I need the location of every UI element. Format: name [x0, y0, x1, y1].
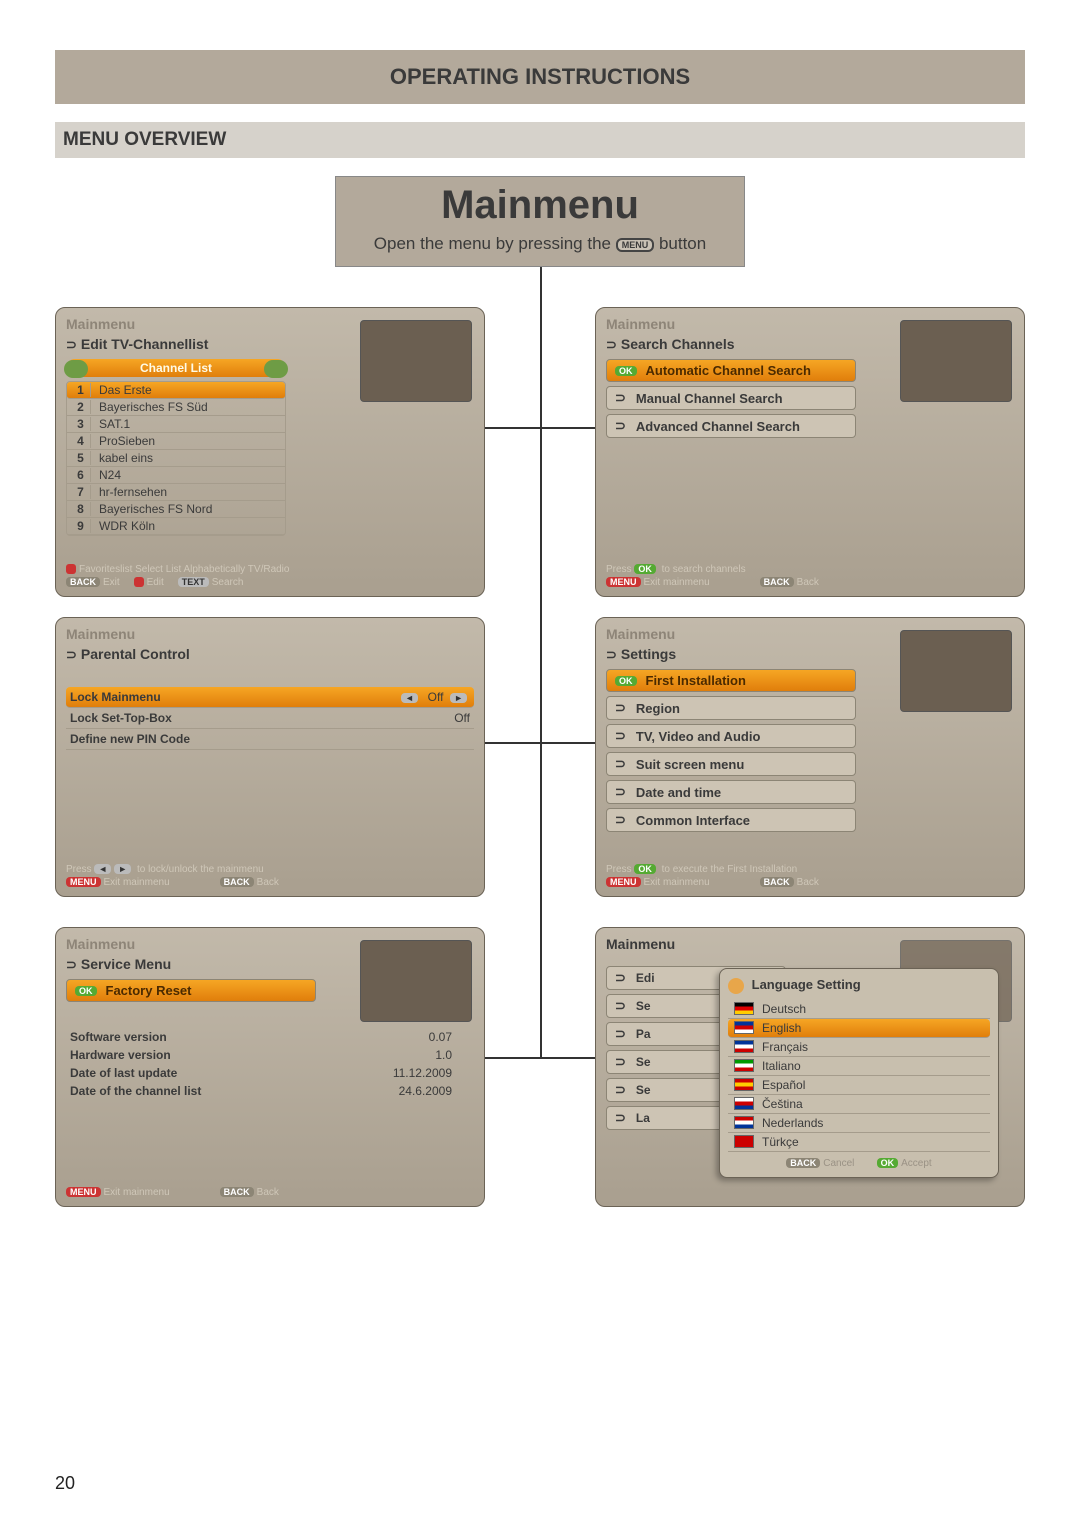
language-item[interactable]: Italiano [728, 1057, 990, 1076]
arrow-icon: ⊃ [615, 700, 626, 716]
language-item[interactable]: Čeština [728, 1095, 990, 1114]
cancel-label: Cancel [823, 1158, 854, 1169]
info-row: Software version0.07 [66, 1028, 456, 1046]
setting-row[interactable]: Lock Mainmenu◄ Off ► [66, 687, 474, 708]
ok-icon: OK [615, 366, 637, 376]
connector-branch [485, 1057, 595, 1059]
menu-item[interactable]: ⊃Advanced Channel Search [606, 414, 856, 438]
card-service-menu: Mainmenu ⊃Service Menu OKFactory Reset S… [55, 927, 485, 1207]
flag-icon [734, 1078, 754, 1091]
card-title: ⊃Parental Control [66, 646, 474, 663]
channel-row[interactable]: 5kabel eins [67, 450, 285, 467]
language-item[interactable]: Nederlands [728, 1114, 990, 1133]
footer-hints: Press OK to execute the First Installati… [606, 862, 1014, 888]
channel-row[interactable]: 2Bayerisches FS Süd [67, 399, 285, 416]
arrow-icon: ⊃ [606, 647, 617, 663]
menu-item[interactable]: ⊃Region [606, 696, 856, 720]
connector-trunk [540, 267, 542, 1057]
channel-list-header[interactable]: Channel List [66, 359, 286, 377]
video-preview [360, 320, 472, 402]
card-edit-channellist: Mainmenu ⊃Edit TV-Channellist Channel Li… [55, 307, 485, 597]
arrow-icon: ⊃ [615, 390, 626, 406]
section-header: MENU OVERVIEW [55, 122, 1025, 158]
menu-item[interactable]: ⊃TV, Video and Audio [606, 724, 856, 748]
arrow-icon: ⊃ [615, 728, 626, 744]
channel-row[interactable]: 3SAT.1 [67, 416, 285, 433]
video-preview [900, 320, 1012, 402]
page-number: 20 [55, 1473, 75, 1494]
menu-item[interactable]: ⊃Common Interface [606, 808, 856, 832]
channel-row[interactable]: 9WDR Köln [67, 518, 285, 535]
language-item[interactable]: English [728, 1019, 990, 1038]
menu-button-icon: MENU [616, 238, 655, 252]
arrow-icon: ⊃ [66, 337, 77, 353]
mainmenu-intro-box: Mainmenu Open the menu by pressing the M… [335, 176, 745, 267]
language-popup: Language Setting DeutschEnglishFrançaisI… [719, 968, 999, 1178]
menu-item[interactable]: ⊃Suit screen menu [606, 752, 856, 776]
channel-row[interactable]: 6N24 [67, 467, 285, 484]
footer-hints: MENUExit mainmenu BACKBack [66, 1185, 474, 1198]
menu-item[interactable]: OKFirst Installation [606, 669, 856, 692]
ok-icon: OK [615, 676, 637, 686]
menu-item[interactable]: OKFactory Reset [66, 979, 316, 1002]
menu-item[interactable]: ⊃Date and time [606, 780, 856, 804]
card-search-channels: Mainmenu ⊃Search Channels OKAutomatic Ch… [595, 307, 1025, 597]
page-header: OPERATING INSTRUCTIONS [55, 50, 1025, 104]
footer-hints: Press ◄► to lock/unlock the mainmenu MEN… [66, 862, 474, 888]
breadcrumb: Mainmenu [66, 626, 474, 642]
mainmenu-title: Mainmenu [336, 183, 744, 228]
ok-icon: OK [75, 986, 97, 996]
language-item[interactable]: Deutsch [728, 1000, 990, 1019]
globe-icon [728, 978, 744, 994]
language-item[interactable]: Español [728, 1076, 990, 1095]
menu-item[interactable]: OKAutomatic Channel Search [606, 359, 856, 382]
language-item[interactable]: Türkçe [728, 1133, 990, 1152]
channel-row[interactable]: 8Bayerisches FS Nord [67, 501, 285, 518]
menu-tree: Mainmenu ⊃Edit TV-Channellist Channel Li… [55, 267, 1025, 1307]
info-row: Date of the channel list24.6.2009 [66, 1082, 456, 1100]
setting-row[interactable]: Define new PIN Code [66, 729, 474, 750]
info-row: Date of last update11.12.2009 [66, 1064, 456, 1082]
video-preview [360, 940, 472, 1022]
card-settings: Mainmenu ⊃Settings OKFirst Installation⊃… [595, 617, 1025, 897]
channel-table: 1Das Erste2Bayerisches FS Süd3SAT.14ProS… [66, 381, 286, 536]
flag-icon [734, 1021, 754, 1034]
channel-row[interactable]: 7hr-fernsehen [67, 484, 285, 501]
footer-hints: Press OK Press to search channelsto sear… [606, 562, 1014, 588]
menu-item[interactable]: ⊃Manual Channel Search [606, 386, 856, 410]
flag-icon [734, 1002, 754, 1015]
flag-icon [734, 1097, 754, 1110]
popup-title: Language Setting [728, 977, 990, 994]
arrow-icon: ⊃ [66, 647, 77, 663]
arrow-icon: ⊃ [615, 784, 626, 800]
arrow-icon: ⊃ [66, 957, 77, 973]
flag-icon [734, 1059, 754, 1072]
card-language: Mainmenu ⊃Edi ⊃Se⊃Pa⊃Se⊃Se⊃La Language S… [595, 927, 1025, 1207]
language-item[interactable]: Français [728, 1038, 990, 1057]
accept-label: Accept [901, 1158, 932, 1169]
info-row: Hardware version1.0 [66, 1046, 456, 1064]
flag-icon [734, 1135, 754, 1148]
flag-icon [734, 1116, 754, 1129]
card-parental-control: Mainmenu ⊃Parental Control Lock Mainmenu… [55, 617, 485, 897]
channel-row[interactable]: 4ProSieben [67, 433, 285, 450]
video-preview [900, 630, 1012, 712]
connector-branch [485, 742, 595, 744]
arrow-icon: ⊃ [615, 418, 626, 434]
footer-hints: Favoriteslist Select List Alphabetically… [66, 562, 474, 588]
arrow-icon: ⊃ [606, 337, 617, 353]
arrow-icon: ⊃ [615, 812, 626, 828]
setting-row[interactable]: Lock Set-Top-BoxOff [66, 708, 474, 729]
arrow-icon: ⊃ [615, 756, 626, 772]
connector-branch [485, 427, 595, 429]
flag-icon [734, 1040, 754, 1053]
mainmenu-subtext: Open the menu by pressing the MENU butto… [336, 234, 744, 254]
channel-row[interactable]: 1Das Erste [67, 382, 285, 399]
